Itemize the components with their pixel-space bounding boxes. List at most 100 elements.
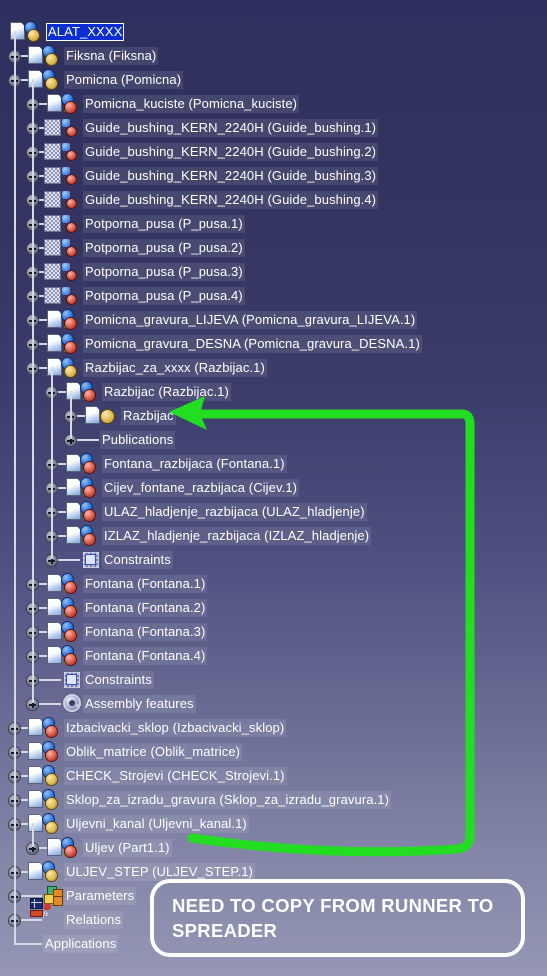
- part-body-icon: [47, 838, 82, 857]
- tree-item-label: Fontana (Fontana.3): [83, 623, 208, 641]
- tree-item-label: ULAZ_hladjenje_razbijaca (ULAZ_hladjenje…: [102, 503, 367, 521]
- tree-row[interactable]: Guide_bushing_KERN_2240H (Guide_bushing.…: [0, 164, 547, 188]
- body-gear-icon: [85, 406, 120, 425]
- tree-connector: [51, 367, 53, 559]
- tree-connector: [32, 79, 34, 703]
- tree-item-label: Potporna_pusa (P_pusa.3): [83, 263, 245, 281]
- part-body-icon: [47, 622, 82, 641]
- tree-row[interactable]: Razbijac (Razbijac.1): [0, 380, 547, 404]
- part-body-icon: [28, 742, 63, 761]
- tree-item-label: Sklop_za_izradu_gravura (Sklop_za_izradu…: [64, 791, 392, 809]
- tree-item-label: Pomicna_gravura_DESNA (Pomicna_gravura_D…: [83, 335, 422, 353]
- assembly-product-icon: [28, 766, 63, 785]
- tree-item-label: Relations: [64, 911, 124, 929]
- relations-icon: fx: [30, 898, 63, 929]
- assembly-product-icon: [47, 358, 82, 377]
- tree-row[interactable]: IZLAZ_hladjenje_razbijaca (IZLAZ_hladjen…: [0, 524, 547, 548]
- tree-row[interactable]: Uljevni_kanal (Uljevni_kanal.1): [0, 812, 547, 836]
- tree-item-label: IZLAZ_hladjenje_razbijaca (IZLAZ_hladjen…: [102, 527, 372, 545]
- tree-item-label: Publications: [100, 431, 176, 449]
- tree-item-label: Pomicna_kuciste (Pomicna_kuciste): [83, 95, 300, 113]
- annotation-callout: NEED TO COPY FROM RUNNER TO SPREADER: [150, 879, 525, 957]
- catalog-part-icon: [44, 214, 82, 233]
- tree-item-label: Potporna_pusa (P_pusa.2): [83, 239, 245, 257]
- tree-item-label: Constraints: [83, 671, 154, 689]
- part-body-icon: [47, 94, 82, 113]
- tree-row[interactable]: Uljev (Part1.1): [0, 836, 547, 860]
- part-body-icon: [66, 382, 101, 401]
- tree-item-label: Fontana (Fontana.2): [83, 599, 208, 617]
- tree-row[interactable]: Potporna_pusa (P_pusa.4): [0, 284, 547, 308]
- catalog-part-icon: [44, 190, 82, 209]
- tree-connector: [14, 31, 16, 943]
- catalog-part-icon: [44, 166, 82, 185]
- tree-row[interactable]: Guide_bushing_KERN_2240H (Guide_bushing.…: [0, 140, 547, 164]
- assembly-product-icon: [28, 790, 63, 809]
- tree-row[interactable]: Razbijac_za_xxxx (Razbijac.1): [0, 356, 547, 380]
- tree-row[interactable]: Constraints: [0, 548, 547, 572]
- tree-row[interactable]: CHECK_Strojevi (CHECK_Strojevi.1): [0, 764, 547, 788]
- tree-row[interactable]: Razbijac: [0, 404, 547, 428]
- tree-row[interactable]: Sklop_za_izradu_gravura (Sklop_za_izradu…: [0, 788, 547, 812]
- specification-tree[interactable]: ALAT_XXXX Fiksna (Fiksna) Pomicna (Pomicna…: [0, 0, 547, 976]
- tree-item-label: Guide_bushing_KERN_2240H (Guide_bushing.…: [83, 167, 379, 185]
- part-body-icon: [47, 574, 82, 593]
- tree-row[interactable]: Fiksna (Fiksna): [0, 44, 547, 68]
- part-body-icon: [66, 478, 101, 497]
- tree-item-label: Uljevni_kanal (Uljevni_kanal.1): [64, 815, 249, 833]
- tree-item-label: CHECK_Strojevi (CHECK_Strojevi.1): [64, 767, 287, 785]
- tree-row[interactable]: Izbacivacki_sklop (Izbacivacki_sklop): [0, 716, 547, 740]
- assembly-product-icon: [28, 862, 63, 881]
- assembly-features-icon: [62, 694, 82, 713]
- catalog-part-icon: [44, 286, 82, 305]
- part-body-icon: [66, 454, 101, 473]
- tree-row[interactable]: Constraints: [0, 668, 547, 692]
- tree-item-label: Guide_bushing_KERN_2240H (Guide_bushing.…: [83, 119, 379, 137]
- tree-row[interactable]: Fontana (Fontana.3): [0, 620, 547, 644]
- part-body-icon: [66, 502, 101, 521]
- tree-item-label: Pomicna_gravura_LIJEVA (Pomicna_gravura_…: [83, 311, 418, 329]
- tree-row[interactable]: Pomicna_kuciste (Pomicna_kuciste): [0, 92, 547, 116]
- tree-row[interactable]: Guide_bushing_KERN_2240H (Guide_bushing.…: [0, 116, 547, 140]
- tree-item-label: Fontana (Fontana.4): [83, 647, 208, 665]
- tree-row[interactable]: ULAZ_hladjenje_razbijaca (ULAZ_hladjenje…: [0, 500, 547, 524]
- tree-item-label: Constraints: [102, 551, 173, 569]
- tree-row[interactable]: Potporna_pusa (P_pusa.3): [0, 260, 547, 284]
- tree-row[interactable]: Oblik_matrice (Oblik_matrice): [0, 740, 547, 764]
- tree-item-label: Guide_bushing_KERN_2240H (Guide_bushing.…: [83, 191, 379, 209]
- tree-row[interactable]: Pomicna (Pomicna): [0, 68, 547, 92]
- assembly-product-icon: [28, 814, 63, 833]
- tree-row[interactable]: Fontana (Fontana.4): [0, 644, 547, 668]
- tree-row[interactable]: ALAT_XXXX: [0, 20, 547, 44]
- tree-row[interactable]: Cijev_fontane_razbijaca (Cijev.1): [0, 476, 547, 500]
- tree-row[interactable]: Fontana (Fontana.2): [0, 596, 547, 620]
- tree-row[interactable]: Pomicna_gravura_LIJEVA (Pomicna_gravura_…: [0, 308, 547, 332]
- part-body-icon: [47, 310, 82, 329]
- assembly-product-icon: [28, 46, 63, 65]
- part-body-icon: [28, 718, 63, 737]
- tree-item-label: Fontana (Fontana.1): [83, 575, 208, 593]
- catalog-part-icon: [44, 238, 82, 257]
- catalog-part-icon: [44, 118, 82, 137]
- tree-row[interactable]: Pomicna_gravura_DESNA (Pomicna_gravura_D…: [0, 332, 547, 356]
- constraints-icon: [81, 550, 101, 569]
- tree-row[interactable]: Potporna_pusa (P_pusa.1): [0, 212, 547, 236]
- tree-item-label: Uljev (Part1.1): [83, 839, 172, 857]
- tree-item-label: Izbacivacki_sklop (Izbacivacki_sklop): [64, 719, 287, 737]
- catalog-part-icon: [44, 142, 82, 161]
- tree-row[interactable]: Fontana_razbijaca (Fontana.1): [0, 452, 547, 476]
- tree-item-label: Razbijac (Razbijac.1): [102, 383, 231, 401]
- tree-item-label: Potporna_pusa (P_pusa.1): [83, 215, 245, 233]
- tree-row[interactable]: Assembly features: [0, 692, 547, 716]
- tree-connector: [70, 391, 72, 439]
- constraints-icon: [62, 670, 82, 689]
- tree-row[interactable]: Publications: [0, 428, 547, 452]
- part-body-icon: [47, 334, 82, 353]
- tree-row[interactable]: Guide_bushing_KERN_2240H (Guide_bushing.…: [0, 188, 547, 212]
- assembly-product-icon: [28, 70, 63, 89]
- tree-item-label: Cijev_fontane_razbijaca (Cijev.1): [102, 479, 300, 497]
- tree-row[interactable]: Fontana (Fontana.1): [0, 572, 547, 596]
- tree-item-label: ALAT_XXXX: [46, 23, 125, 41]
- part-body-icon: [47, 598, 82, 617]
- tree-row[interactable]: Potporna_pusa (P_pusa.2): [0, 236, 547, 260]
